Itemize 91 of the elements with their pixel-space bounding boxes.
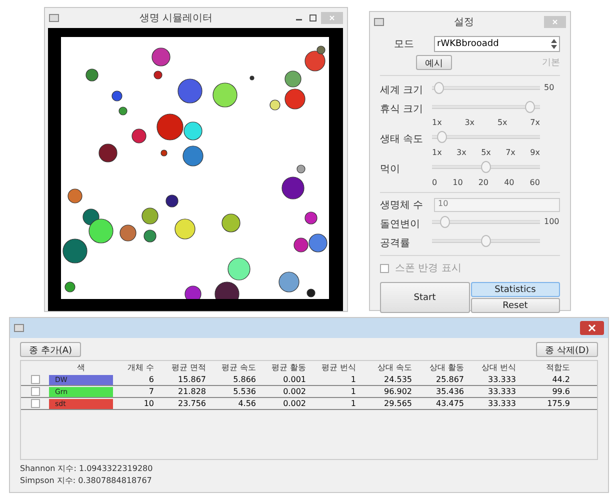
column-header: 평균 번식 (320, 362, 357, 373)
table-cell-text: 23.756 (177, 399, 207, 408)
column-header: 색 (76, 362, 86, 373)
row-checkbox[interactable] (30, 399, 40, 408)
slider-thumb[interactable] (434, 82, 444, 94)
remove-species-button[interactable]: 종 삭제(D) (536, 342, 598, 357)
table-cell-text: 6 (148, 375, 155, 384)
checkbox[interactable] (380, 264, 389, 272)
tick-label: 5x (481, 148, 491, 157)
slider-label: 공격률 (380, 237, 411, 250)
slider-label: 돌연변이 (380, 218, 421, 231)
tick-label: 7x (530, 118, 540, 127)
table-cell-text: 175.9 (546, 399, 571, 408)
table-cell-text: 44.2 (551, 375, 571, 384)
app-icon (49, 14, 59, 22)
tick-label: 9x (530, 148, 540, 157)
slider-thumb[interactable] (436, 131, 447, 143)
column-header: 상대 번식 (480, 362, 517, 373)
table-cell-text: 0.002 (282, 399, 307, 408)
slider-thumb[interactable] (440, 216, 450, 228)
column-header: 평균 활동 (270, 362, 307, 373)
table-cell-text: 1 (350, 375, 357, 384)
column-header: 적합도 (545, 362, 571, 373)
table-cell-text: 35.436 (435, 387, 465, 396)
table-cell-text: 33.333 (487, 375, 517, 384)
table-cell-text: 33.333 (487, 399, 517, 408)
tick-label: 10 (452, 178, 463, 187)
slider-label: 휴식 크기 (380, 103, 424, 116)
mode-spinner[interactable]: rWKBbrooadd (434, 36, 560, 52)
column-header: 개체 수 (126, 362, 155, 373)
column-header: 평균 면적 (170, 362, 207, 373)
row-checkbox[interactable] (30, 375, 40, 384)
table-cell-text: 21.828 (177, 387, 207, 396)
table-cell-text: 10 (142, 399, 155, 408)
tick-label: 7x (506, 148, 516, 157)
column-header: 평균 속도 (220, 362, 257, 373)
window-title: 생명 시뮬레이터 (138, 12, 214, 25)
table-cell-text: 15.867 (177, 375, 207, 384)
app-icon (14, 324, 24, 332)
slider-value: 100 (544, 216, 560, 226)
checkbox-label: 스폰 반경 표시 (395, 262, 462, 275)
slider-thumb[interactable] (481, 161, 491, 173)
tick-label: 60 (530, 178, 540, 187)
table-cell-text: 43.475 (435, 399, 465, 408)
slider-thumb[interactable] (525, 101, 536, 113)
table-cell-text: 0.001 (282, 375, 307, 384)
tick-label: 0 (432, 178, 438, 187)
shannon-index: Shannon 지수: 1.0943322319280 (20, 463, 154, 474)
table-cell-text: 99.6 (551, 387, 571, 396)
window-title: 설정 (453, 16, 475, 29)
mode-label: 모드 (393, 38, 415, 51)
tick-label: 20 (478, 178, 489, 187)
column-header: 상대 활동 (428, 362, 465, 373)
table-cell-text: 4.56 (237, 399, 257, 408)
table-cell-text: 25.867 (435, 375, 465, 384)
start-button[interactable]: Start (380, 282, 470, 313)
slider-label: 생태 속도 (380, 133, 424, 146)
table-cell-text: 1 (350, 399, 357, 408)
statistics-button[interactable]: Statistics (470, 282, 560, 297)
row-checkbox[interactable] (30, 387, 40, 396)
tick-label: 1x (432, 148, 442, 157)
table-cell-text: 5.866 (232, 375, 257, 384)
tick-label: 5x (497, 118, 508, 127)
reset-button[interactable]: Reset (470, 298, 560, 313)
tick-label: 3x (464, 118, 475, 127)
preset-hint: 기본 (542, 57, 560, 69)
app-icon (374, 18, 384, 26)
table-cell-text: 24.535 (383, 375, 413, 384)
slider-label: 세계 크기 (380, 84, 424, 97)
preset-button[interactable]: 예시 (416, 55, 452, 70)
table-cell-text: 29.565 (383, 399, 413, 408)
maximize-icon[interactable] (307, 13, 319, 23)
slider-thumb[interactable] (481, 235, 491, 247)
slider-label: 먹이 (380, 163, 401, 176)
close-icon[interactable] (580, 321, 604, 335)
table-cell-text: 5.536 (232, 387, 257, 396)
tick-label: 1x (432, 118, 442, 127)
count-label: 생명체 수 (380, 199, 424, 212)
simpson-index: Simpson 지수: 0.3807884818767 (20, 475, 153, 486)
table-cell-text: 0.002 (282, 387, 307, 396)
table-cell-text: 33.333 (487, 387, 517, 396)
tick-label: 3x (456, 148, 466, 157)
table-cell-text: 7 (148, 387, 155, 396)
count-field[interactable]: 10 (434, 198, 560, 212)
slider-value: 50 (544, 82, 556, 92)
spinner-arrows-icon[interactable] (551, 39, 557, 49)
add-species-button[interactable]: 종 추가(A) (20, 342, 82, 357)
table-cell-text: 1 (350, 387, 357, 396)
column-header: 상대 속도 (376, 362, 413, 373)
tick-label: 40 (504, 178, 514, 187)
table-cell-text: 96.902 (383, 387, 413, 396)
